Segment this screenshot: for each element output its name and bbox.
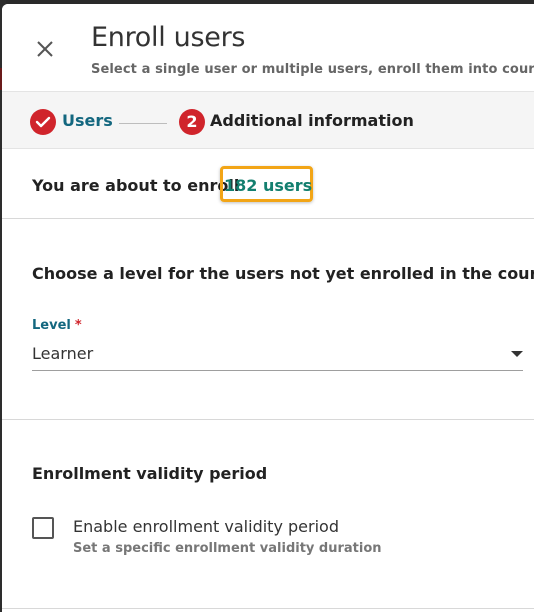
required-mark: *: [74, 318, 82, 333]
step-additional-info-label: Additional information: [210, 111, 414, 130]
divider: [2, 218, 534, 219]
level-label-text: Level: [32, 318, 71, 333]
step-additional-info-number: 2: [179, 109, 205, 135]
dropdown-arrow-icon: [511, 351, 523, 357]
divider: [2, 419, 534, 420]
checkmark-icon: [35, 116, 51, 128]
close-icon: [37, 41, 53, 57]
validity-period-help-text: Set a specific enrollment validity durat…: [73, 541, 382, 556]
users-count-link[interactable]: 182 users: [224, 176, 312, 195]
enroll-summary-text: You are about to enroll: [32, 176, 240, 195]
panel-header: Enroll users Select a single user or mul…: [2, 4, 534, 91]
stepper: Users 2 Additional information: [2, 91, 534, 149]
level-section-heading: Choose a level for the users not yet enr…: [32, 264, 534, 283]
level-selected-value: Learner: [32, 344, 94, 363]
enroll-users-panel: Enroll users Select a single user or mul…: [2, 4, 534, 612]
validity-section-heading: Enrollment validity period: [32, 464, 268, 483]
step-users-label[interactable]: Users: [62, 111, 113, 130]
page-subtitle: Select a single user or multiple users, …: [91, 62, 534, 77]
validity-period-checkbox[interactable]: [32, 517, 54, 539]
level-select[interactable]: Learner: [32, 338, 523, 371]
level-field-label: Level *: [32, 318, 82, 333]
step-users-indicator[interactable]: [30, 109, 56, 135]
step-connector: [119, 123, 167, 124]
page-title: Enroll users: [91, 22, 246, 53]
close-button[interactable]: [32, 36, 58, 62]
validity-period-checkbox-label[interactable]: Enable enrollment validity period: [73, 517, 339, 536]
divider: [2, 608, 534, 609]
